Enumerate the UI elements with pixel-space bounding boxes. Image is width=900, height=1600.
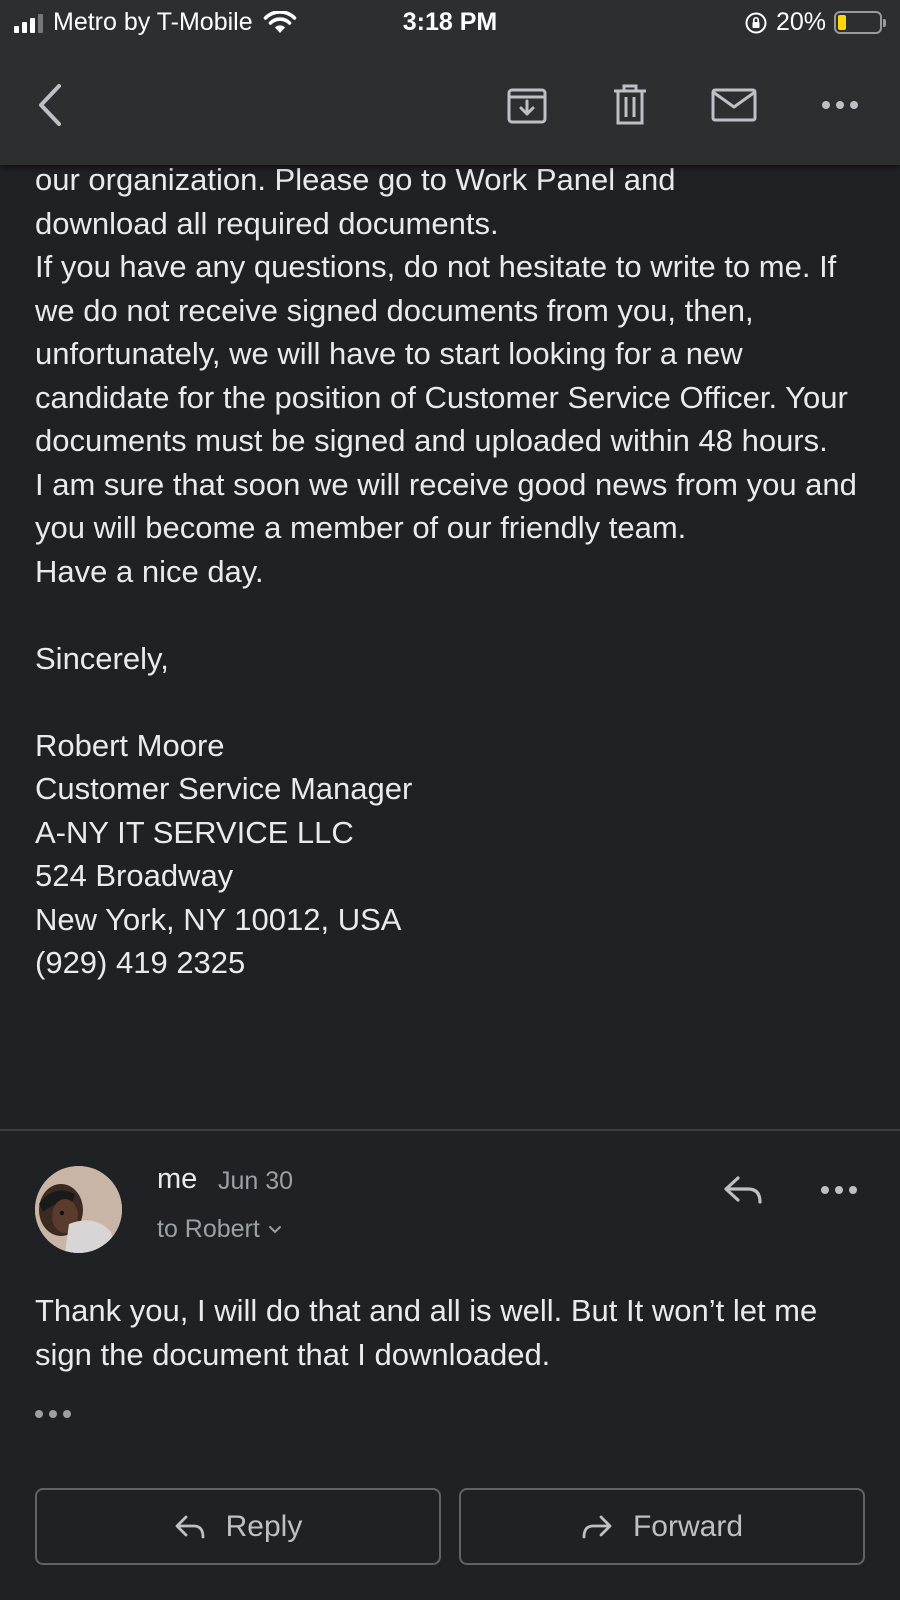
mark-unread-icon bbox=[711, 88, 757, 122]
mark-unread-button[interactable] bbox=[704, 75, 764, 135]
forward-button[interactable]: Forward bbox=[459, 1488, 865, 1565]
forward-icon bbox=[582, 1515, 612, 1538]
email-message-body: our organization. Please go to Work Pane… bbox=[35, 158, 875, 985]
signature-title: Customer Service Manager bbox=[35, 771, 413, 806]
archive-icon bbox=[507, 88, 547, 124]
signature-address-line2: New York, NY 10012, USA bbox=[35, 901, 402, 937]
message-reply-button[interactable] bbox=[718, 1165, 768, 1215]
email-toolbar bbox=[0, 75, 900, 135]
body-paragraph: Have a nice day. bbox=[35, 553, 264, 589]
trash-icon bbox=[614, 84, 646, 125]
reply-button-label: Reply bbox=[225, 1509, 303, 1543]
email-closing: Sincerely, bbox=[35, 640, 169, 676]
reply-icon bbox=[724, 1176, 762, 1204]
signature-address-line1: 524 Broadway bbox=[35, 858, 234, 893]
archive-button[interactable] bbox=[497, 75, 557, 135]
recipient-label: to Robert bbox=[157, 1215, 260, 1243]
ellipsis-icon bbox=[35, 1410, 71, 1418]
body-paragraph: If you have any questions, do not hesita… bbox=[35, 249, 848, 458]
more-icon bbox=[822, 101, 858, 109]
signature-name: Robert Moore bbox=[35, 727, 225, 763]
back-button[interactable] bbox=[20, 75, 80, 135]
message-divider bbox=[0, 1129, 900, 1131]
reply-sender-name: me bbox=[157, 1163, 198, 1195]
show-trimmed-content-button[interactable] bbox=[34, 1400, 78, 1428]
recipient-details-toggle[interactable]: to Robert bbox=[157, 1215, 282, 1244]
battery-level-fill bbox=[838, 15, 846, 30]
chevron-down-icon bbox=[268, 1225, 281, 1233]
battery-percentage: 20% bbox=[775, 8, 826, 36]
avatar[interactable] bbox=[35, 1166, 122, 1253]
delete-button[interactable] bbox=[600, 75, 660, 135]
rotation-lock-icon bbox=[745, 12, 767, 33]
reply-icon bbox=[175, 1515, 205, 1538]
message-more-button[interactable] bbox=[812, 1165, 866, 1215]
more-icon bbox=[821, 1186, 857, 1194]
body-paragraph: our organization. Please go to Work Pane… bbox=[35, 162, 676, 241]
back-icon bbox=[39, 84, 61, 126]
body-paragraph: I am sure that soon we will receive good… bbox=[35, 466, 857, 546]
reply-message-body: Thank you, I will do that and all is wel… bbox=[35, 1293, 818, 1372]
signature-phone[interactable]: (929) 419 2325 bbox=[35, 941, 875, 985]
signature-company: A-NY IT SERVICE LLC bbox=[35, 814, 354, 850]
reply-date: Jun 30 bbox=[218, 1167, 294, 1195]
forward-button-label: Forward bbox=[632, 1509, 744, 1543]
status-bar: Metro by T-Mobile 3:18 PM 20% bbox=[0, 0, 900, 46]
battery-icon bbox=[834, 11, 886, 34]
more-options-button[interactable] bbox=[810, 75, 870, 135]
top-app-bar: Metro by T-Mobile 3:18 PM 20% bbox=[0, 0, 900, 165]
reply-button[interactable]: Reply bbox=[35, 1488, 441, 1565]
